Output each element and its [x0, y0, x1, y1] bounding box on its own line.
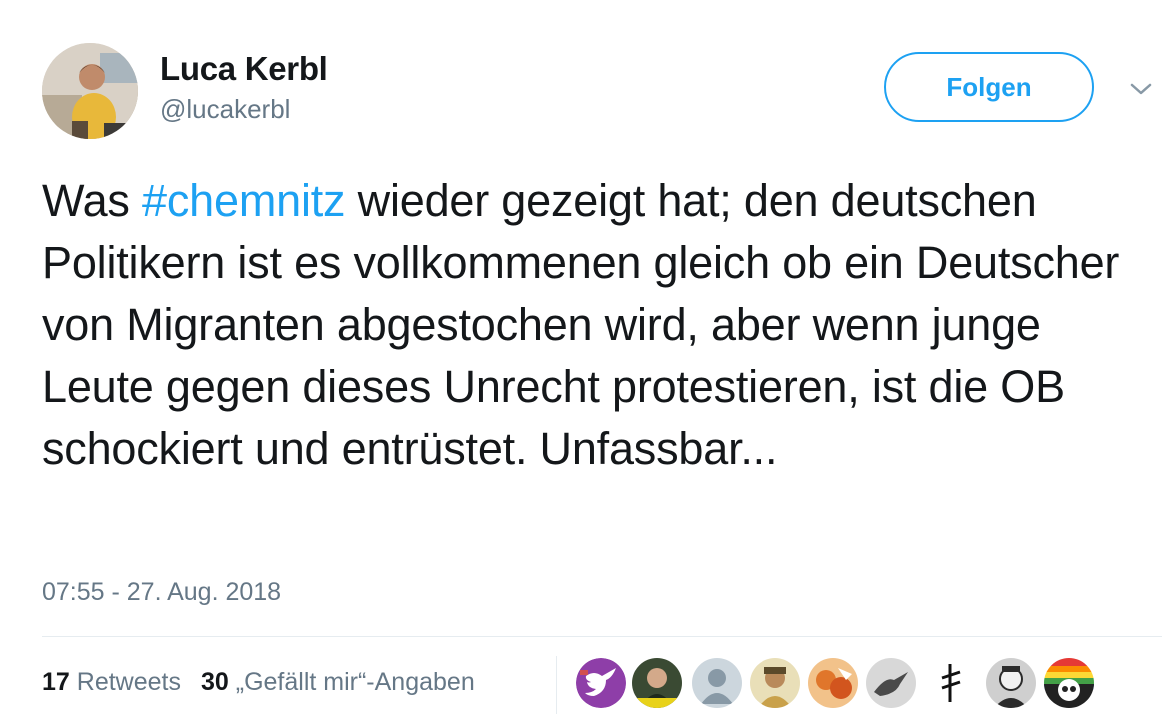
retweets-count: 17	[42, 668, 70, 696]
hashtag-link[interactable]: #chemnitz	[142, 175, 345, 226]
follow-button[interactable]: Folgen	[884, 52, 1094, 122]
user-handle[interactable]: @lucakerbl	[160, 94, 290, 125]
display-name[interactable]: Luca Kerbl	[160, 50, 328, 88]
liker-avatar-rainbow-skull-icon[interactable]	[1044, 658, 1094, 708]
liker-avatar-rune-icon[interactable]	[926, 658, 976, 708]
liker-avatar-person-icon[interactable]	[986, 658, 1036, 708]
tweet-text-start: Was	[42, 175, 143, 226]
liker-avatar-person-icon[interactable]	[632, 658, 682, 708]
divider	[42, 636, 1162, 637]
likes-label: „Gefällt mir“-Angaben	[235, 668, 475, 696]
likes-count: 30	[200, 668, 229, 696]
tweet-timestamp[interactable]: 07:55 - 27. Aug. 2018	[42, 578, 281, 607]
tweet-text: Was #chemnitz wieder gezeigt hat; den de…	[42, 170, 1152, 480]
stats-separator	[556, 656, 557, 714]
liker-avatar-cartoon-icon[interactable]	[808, 658, 858, 708]
liker-avatar-default-egg-icon[interactable]	[692, 658, 742, 708]
liker-avatar-person-icon[interactable]	[750, 658, 800, 708]
liker-avatar-bird-icon[interactable]	[866, 658, 916, 708]
chevron-down-icon[interactable]	[1126, 78, 1156, 100]
retweets-stat[interactable]: 17 Retweets	[42, 668, 181, 696]
likes-stat[interactable]: 30 „Gefällt mir“-Angaben	[201, 668, 475, 696]
retweets-label: Retweets	[76, 668, 181, 696]
user-avatar[interactable]	[42, 43, 138, 139]
tweet-stats: 17 Retweets 30 „Gefällt mir“-Angaben	[42, 668, 475, 697]
liker-avatar-twitter-bird-icon[interactable]	[576, 658, 626, 708]
